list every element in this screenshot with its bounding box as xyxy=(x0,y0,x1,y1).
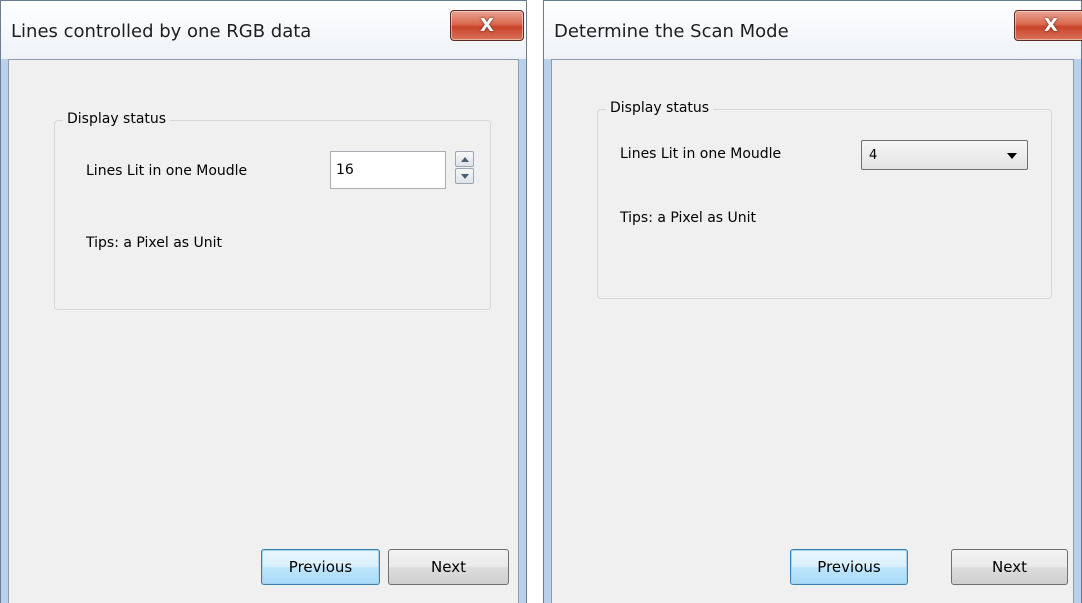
spin-up-button[interactable] xyxy=(455,151,474,167)
spin-down-button[interactable] xyxy=(455,168,474,184)
title-bar: Lines controlled by one RGB data X xyxy=(1,1,526,59)
window-title: Lines controlled by one RGB data xyxy=(11,21,312,42)
display-status-group: Display status Lines Lit in one Moudle T… xyxy=(54,111,491,310)
dialog-content: Display status Lines Lit in one Moudle T… xyxy=(8,59,519,603)
display-status-group: Display status Lines Lit in one Moudle 4… xyxy=(597,100,1052,299)
dialog-content: Display status Lines Lit in one Moudle 4… xyxy=(551,59,1074,603)
close-icon: X xyxy=(480,15,494,36)
close-button[interactable]: X xyxy=(450,10,524,41)
spin-up-icon xyxy=(460,156,469,162)
lines-lit-label: Lines Lit in one Moudle xyxy=(86,163,248,179)
previous-button[interactable]: Previous xyxy=(261,549,380,585)
window-title: Determine the Scan Mode xyxy=(554,21,789,42)
lines-lit-dropdown[interactable]: 4 xyxy=(861,140,1028,170)
close-icon: X xyxy=(1044,15,1058,36)
next-button[interactable]: Next xyxy=(951,549,1068,585)
tips-text: Tips: a Pixel as Unit xyxy=(86,235,223,251)
scan-mode-dialog: Determine the Scan Mode X Display status… xyxy=(543,0,1082,603)
lines-lit-label: Lines Lit in one Moudle xyxy=(620,146,782,162)
rgb-lines-dialog: Lines controlled by one RGB data X Displ… xyxy=(0,0,527,603)
lines-lit-input[interactable] xyxy=(330,151,446,189)
close-button[interactable]: X xyxy=(1014,10,1082,41)
dropdown-arrow-icon xyxy=(1007,153,1017,159)
next-button[interactable]: Next xyxy=(388,549,509,585)
previous-button[interactable]: Previous xyxy=(790,549,908,585)
spin-down-icon xyxy=(460,173,469,179)
tips-text: Tips: a Pixel as Unit xyxy=(620,210,757,226)
group-title: Display status xyxy=(606,100,714,116)
title-bar: Determine the Scan Mode X xyxy=(544,1,1082,59)
dropdown-selected-value: 4 xyxy=(869,148,878,163)
group-title: Display status xyxy=(63,111,171,127)
